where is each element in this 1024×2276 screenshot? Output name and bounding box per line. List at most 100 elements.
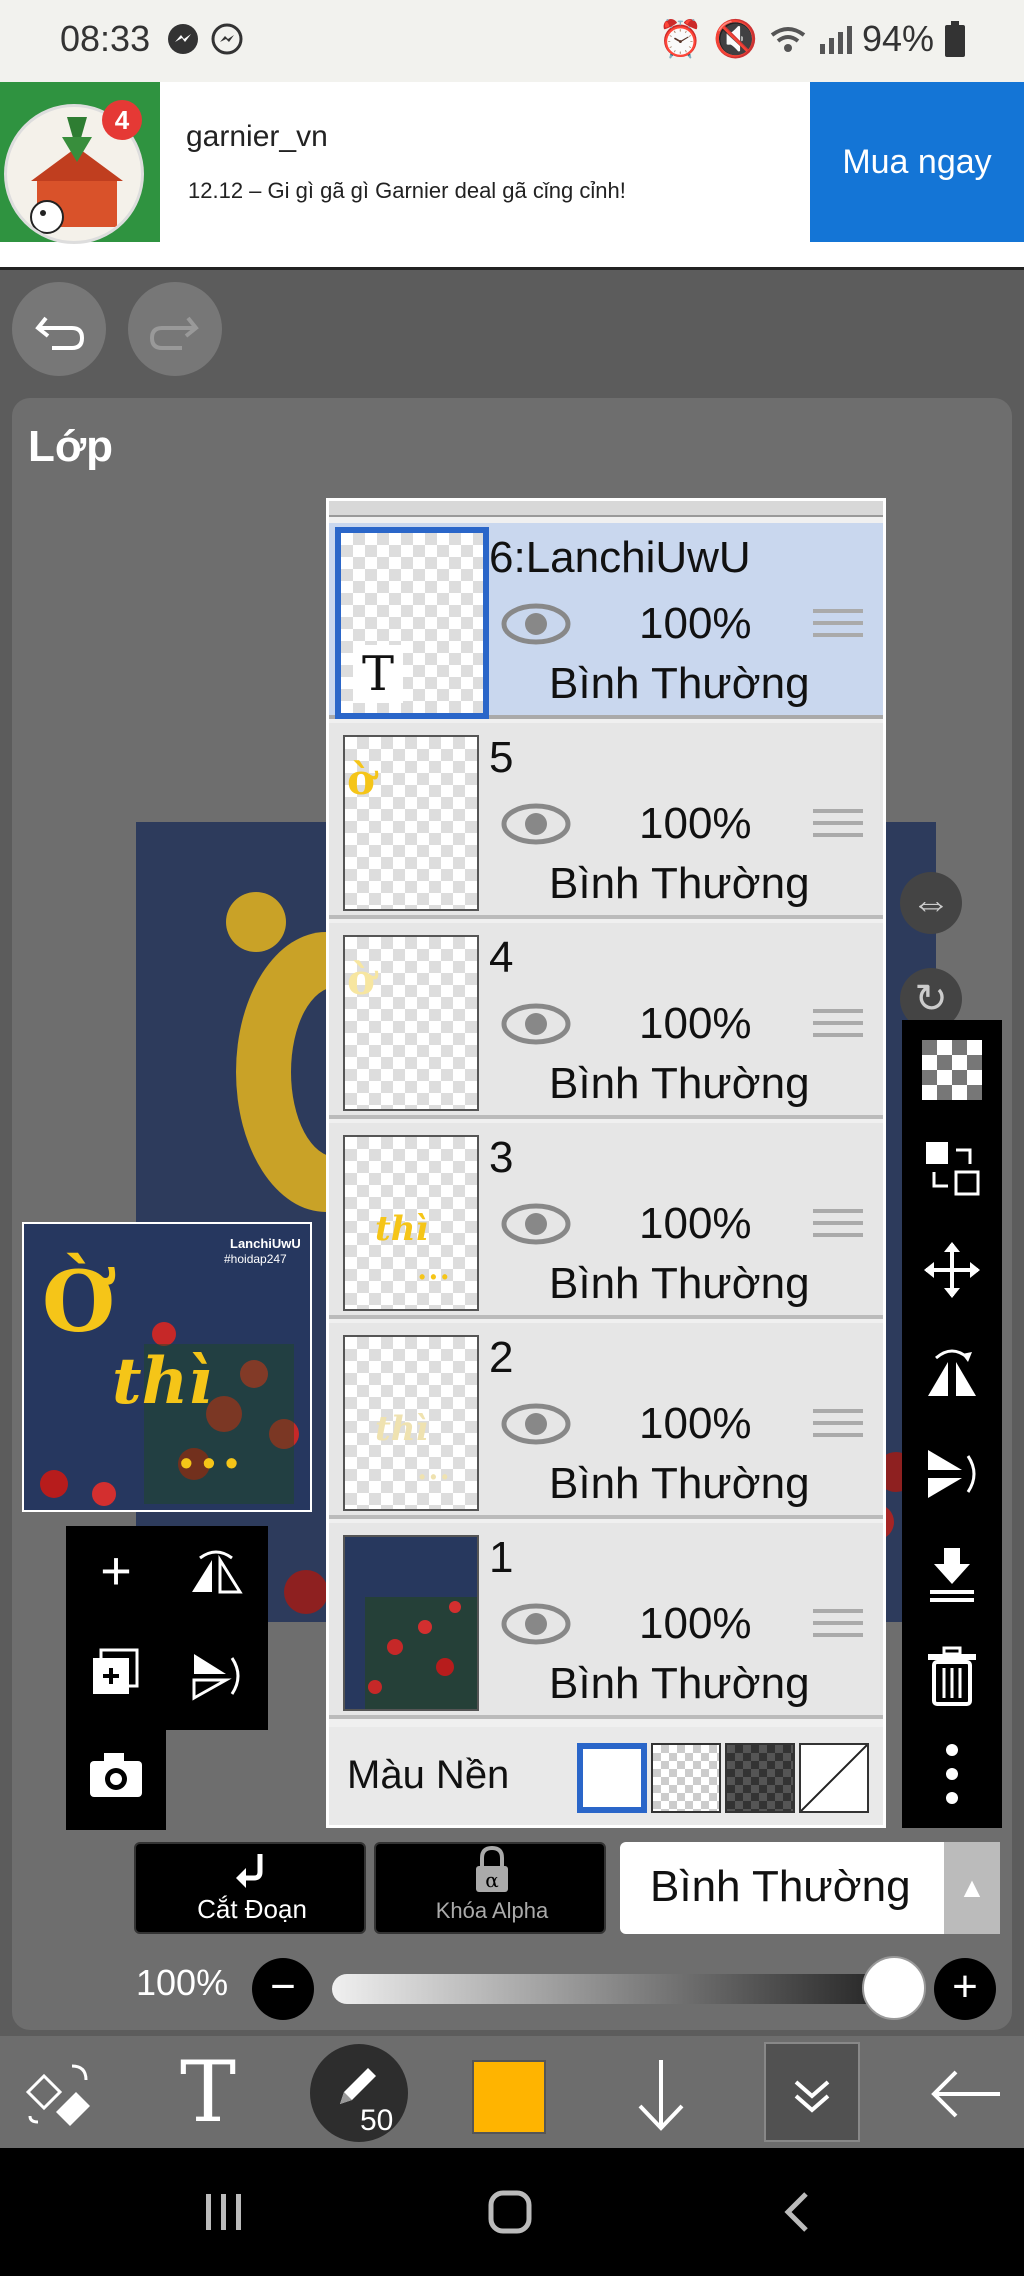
clip-arrow-icon [236,1854,263,1888]
drag-handle-icon[interactable] [813,1009,863,1047]
bg-swatch-none[interactable] [799,1743,869,1813]
move-down-button[interactable] [626,2054,696,2134]
layer-blend-mode: Bình Thường [549,1459,810,1508]
layer-opacity: 100% [639,1199,752,1248]
ad-brand[interactable]: garnier_vn [186,120,328,154]
layer-thumbnail[interactable]: ờ [343,735,479,911]
opacity-slider[interactable] [332,1974,892,2004]
drag-handle-icon[interactable] [813,1209,863,1247]
plus-icon: + [100,1541,132,1601]
bg-swatch-checker-dark[interactable] [725,1743,795,1813]
layer-thumbnail[interactable]: T [335,527,489,719]
visibility-eye-icon[interactable] [501,1401,571,1447]
svg-text:α: α [485,1868,499,1892]
drag-handle-icon[interactable] [813,609,863,647]
layer-row-2[interactable]: thì • • • 2 100% Bình Thường [329,1323,883,1519]
thumb-glyph: thì [375,1209,429,1249]
layer-opacity: 100% [639,1599,752,1648]
thumb-glyph: ờ [347,755,376,804]
transparency-button[interactable] [902,1040,1002,1113]
signal-icon [819,26,852,54]
drag-handle-icon[interactable] [813,1609,863,1647]
flip-horizontal-icon [928,1349,976,1396]
layer-row-3[interactable]: thì • • • 3 100% Bình Thường [329,1123,883,1319]
system-nav-bar [0,2148,1024,2276]
blend-mode-select[interactable]: Bình Thường ▲ [620,1842,1000,1934]
preview-text-sub: #hoidap247 [224,1252,287,1266]
layer-blend-mode: Bình Thường [549,1259,810,1308]
duplicate-layer-button[interactable] [66,1646,166,1713]
layer-name: 2 [489,1333,514,1382]
visibility-eye-icon[interactable] [501,801,571,847]
color-swatch-button[interactable] [472,2060,546,2134]
trash-icon [928,1646,976,1706]
flip-vertical-tool[interactable] [902,1444,1002,1517]
layer-opacity: 100% [639,599,752,648]
delete-layer-button[interactable] [902,1646,1002,1719]
visibility-eye-icon[interactable] [501,1001,571,1047]
flip-horizontal-tool[interactable] [902,1342,1002,1415]
back-arrow-button[interactable] [926,2058,1006,2130]
layer-thumbnail[interactable]: ờ [343,935,479,1111]
layer-row-1[interactable]: 1 100% Bình Thường [329,1523,883,1719]
layer-thumbnail[interactable]: thì • • • [343,1335,479,1511]
redo-button[interactable] [128,282,222,376]
bg-swatch-checker-light[interactable] [651,1743,721,1813]
layers-toggle-button[interactable] [764,2042,860,2142]
ad-banner[interactable]: 4 garnier_vn 12.12 – Gi gì gã gì Garnier… [0,82,1024,270]
lock-icon: α [476,1846,508,1892]
back-icon[interactable] [782,2190,812,2234]
duplicate-icon [93,1648,139,1694]
opacity-decrease-button[interactable]: − [252,1958,314,2020]
brush-tool-button[interactable]: 50 [310,2044,408,2142]
flip-horizontal-button[interactable]: ⇔ [900,872,962,934]
text-tool-button[interactable]: T [168,2048,248,2136]
layer-row-5[interactable]: ờ 5 100% Bình Thường [329,723,883,919]
layer-list[interactable]: T 6:LanchiUwU 100% Bình Thường ờ 5 100% … [326,498,886,1828]
layer-row-4[interactable]: ờ 4 100% Bình Thường [329,923,883,1119]
ad-cta-button[interactable]: Mua ngay [810,82,1024,242]
add-layer-button[interactable]: + [66,1540,166,1602]
layer-thumbnail[interactable]: thì • • • [343,1135,479,1311]
dropdown-arrow-icon[interactable]: ▲ [944,1842,1000,1934]
panel-title: Lớp [28,422,114,471]
layer-swap-button[interactable] [902,1138,1002,1211]
visibility-eye-icon[interactable] [501,1601,571,1647]
move-button[interactable] [902,1240,1002,1313]
layer-blend-mode: Bình Thường [549,859,810,908]
status-right: ⏰ 🔇 94% [658,18,966,60]
clipping-button[interactable]: Cắt Đoạn [134,1842,366,1934]
drag-handle-icon[interactable] [813,1409,863,1447]
layer-blend-mode: Bình Thường [549,659,810,708]
drag-handle-icon[interactable] [813,809,863,847]
alpha-lock-button[interactable]: α Khóa Alpha [374,1842,606,1934]
flip-vertical-icon [192,1654,240,1701]
flip-icon [192,1550,243,1594]
layer-thumbnail[interactable] [343,1535,479,1711]
selection-tool-button[interactable] [20,2056,100,2128]
layer-row-6[interactable]: T 6:LanchiUwU 100% Bình Thường [329,523,883,719]
blend-mode-value: Bình Thường [650,1862,911,1911]
alpha-lock-label: Khóa Alpha [435,1898,549,1923]
layer-opacity: 100% [639,999,752,1048]
visibility-eye-icon[interactable] [501,1201,571,1247]
camera-button[interactable] [66,1750,166,1812]
more-vertical-icon [946,1744,958,1804]
home-icon[interactable] [488,2190,532,2234]
undo-button[interactable] [12,282,106,376]
layer-opacity: 100% [639,799,752,848]
opacity-increase-button[interactable]: + [934,1958,996,2020]
flip-layer-button[interactable] [166,1548,266,1611]
merge-transform-button[interactable] [166,1648,266,1715]
move-icon [924,1242,980,1298]
transform-eraser-icon [25,2064,90,2126]
opacity-slider-thumb[interactable] [862,1956,926,2020]
layer-actions-box: + [66,1526,268,1730]
recent-apps-icon[interactable] [204,2192,244,2232]
merge-down-button[interactable] [902,1544,1002,1617]
visibility-eye-icon[interactable] [501,601,571,647]
bg-swatch-white[interactable] [577,1743,647,1813]
preview-text-top: LanchiUwU [230,1236,301,1251]
canvas-preview[interactable]: LanchiUwU #hoidap247 Ờ thì • • • [22,1222,312,1512]
more-options-button[interactable] [902,1740,1002,1823]
